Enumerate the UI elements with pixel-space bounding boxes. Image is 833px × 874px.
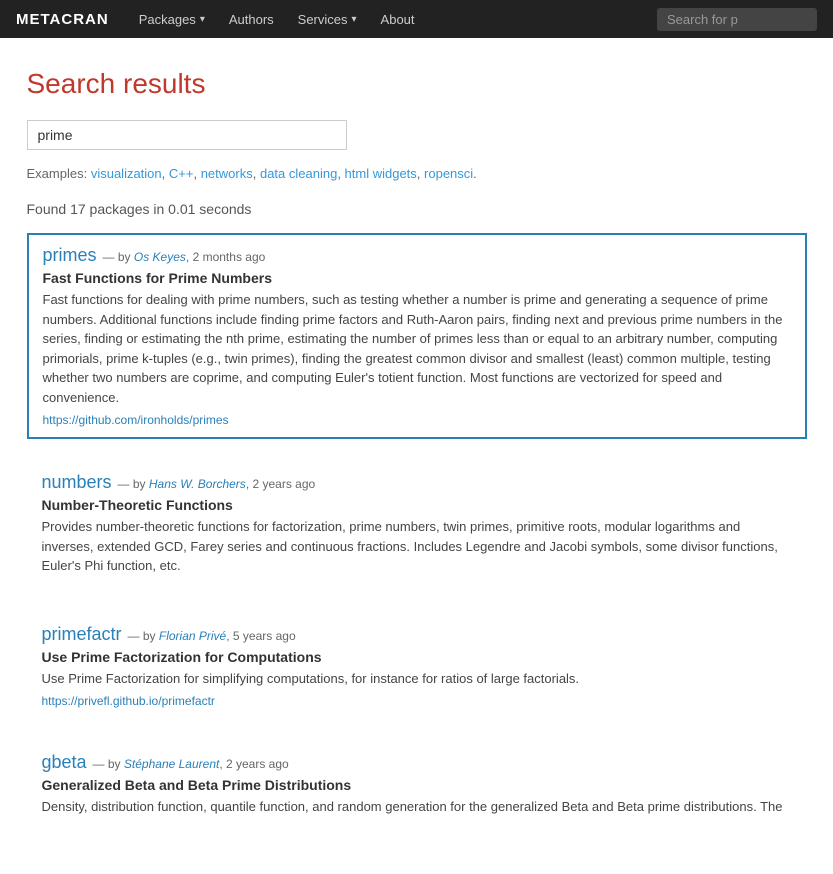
nav-items: Packages ▾ Authors Services ▾ About [129, 4, 657, 35]
package-result-gbeta: gbeta — by Stéphane Laurent, 2 years ago… [27, 741, 807, 832]
package-desc-primefactr: Use Prime Factorization for simplifying … [42, 669, 792, 689]
navbar: METACRAN Packages ▾ Authors Services ▾ A… [0, 0, 833, 38]
page-title: Search results [27, 68, 807, 100]
package-desc-gbeta: Density, distribution function, quantile… [42, 797, 792, 817]
by-label-1: — by [118, 477, 146, 491]
nav-packages[interactable]: Packages ▾ [129, 4, 215, 35]
nav-services[interactable]: Services ▾ [288, 4, 367, 35]
package-meta-numbers: — by Hans W. Borchers, 2 years ago [118, 477, 316, 491]
package-name-primes[interactable]: primes [43, 245, 97, 266]
by-label-2: — by [128, 629, 156, 643]
package-url-primefactr[interactable]: https://privefl.github.io/primefactr [42, 694, 215, 708]
package-desc-numbers: Provides number-theoretic functions for … [42, 517, 792, 576]
package-header: primes — by Os Keyes, 2 months ago [43, 245, 791, 266]
package-title-numbers: Number-Theoretic Functions [42, 497, 792, 513]
example-networks[interactable]: networks [201, 166, 253, 181]
examples-line: Examples: visualization, C++, networks, … [27, 166, 807, 181]
package-url-primes[interactable]: https://github.com/ironholds/primes [43, 413, 229, 427]
brand: METACRAN [16, 11, 109, 28]
package-name-numbers[interactable]: numbers [42, 472, 112, 493]
by-label-3: — by [93, 757, 121, 771]
nav-about[interactable]: About [371, 4, 425, 35]
chevron-down-icon-2: ▾ [352, 14, 357, 25]
by-label-0: — by [103, 250, 131, 264]
nav-authors[interactable]: Authors [219, 4, 284, 35]
example-ropensci[interactable]: ropensci [424, 166, 473, 181]
package-author-gbeta[interactable]: Stéphane Laurent [124, 757, 219, 771]
example-visualization[interactable]: visualization [91, 166, 162, 181]
example-html-widgets[interactable]: html widgets [345, 166, 417, 181]
package-age-primes: 2 months ago [193, 250, 266, 264]
search-box-container [27, 120, 807, 150]
package-age-primefactr: 5 years ago [233, 629, 296, 643]
results-summary: Found 17 packages in 0.01 seconds [27, 201, 807, 217]
package-title-gbeta: Generalized Beta and Beta Prime Distribu… [42, 777, 792, 793]
nav-services-label: Services [298, 12, 348, 27]
package-header-gbeta: gbeta — by Stéphane Laurent, 2 years ago [42, 752, 792, 773]
package-title-primes: Fast Functions for Prime Numbers [43, 270, 791, 286]
package-result-primefactr: primefactr — by Florian Privé, 5 years a… [27, 613, 807, 720]
example-data-cleaning[interactable]: data cleaning [260, 166, 337, 181]
nav-search-container [657, 8, 817, 31]
package-meta-primefactr: — by Florian Privé, 5 years ago [128, 629, 296, 643]
package-meta-primes: — by Os Keyes, 2 months ago [103, 250, 266, 264]
package-author-numbers[interactable]: Hans W. Borchers [149, 477, 246, 491]
package-meta-gbeta: — by Stéphane Laurent, 2 years ago [93, 757, 289, 771]
package-result-primes: primes — by Os Keyes, 2 months ago Fast … [27, 233, 807, 439]
package-title-primefactr: Use Prime Factorization for Computations [42, 649, 792, 665]
example-cpp[interactable]: C++ [169, 166, 194, 181]
package-header-numbers: numbers — by Hans W. Borchers, 2 years a… [42, 472, 792, 493]
package-desc-primes: Fast functions for dealing with prime nu… [43, 290, 791, 407]
examples-prefix: Examples: [27, 166, 88, 181]
nav-about-label: About [381, 12, 415, 27]
package-name-gbeta[interactable]: gbeta [42, 752, 87, 773]
package-age-numbers: 2 years ago [252, 477, 315, 491]
package-name-primefactr[interactable]: primefactr [42, 624, 122, 645]
package-age-gbeta: 2 years ago [226, 757, 289, 771]
package-author-primes[interactable]: Os Keyes [134, 250, 186, 264]
package-header-primefactr: primefactr — by Florian Privé, 5 years a… [42, 624, 792, 645]
main-content: Search results Examples: visualization, … [7, 38, 827, 874]
chevron-down-icon: ▾ [200, 14, 205, 25]
nav-packages-label: Packages [139, 12, 196, 27]
search-input[interactable] [27, 120, 347, 150]
package-author-primefactr[interactable]: Florian Privé [159, 629, 226, 643]
nav-authors-label: Authors [229, 12, 274, 27]
nav-search-input[interactable] [657, 8, 817, 31]
package-result-numbers: numbers — by Hans W. Borchers, 2 years a… [27, 461, 807, 591]
